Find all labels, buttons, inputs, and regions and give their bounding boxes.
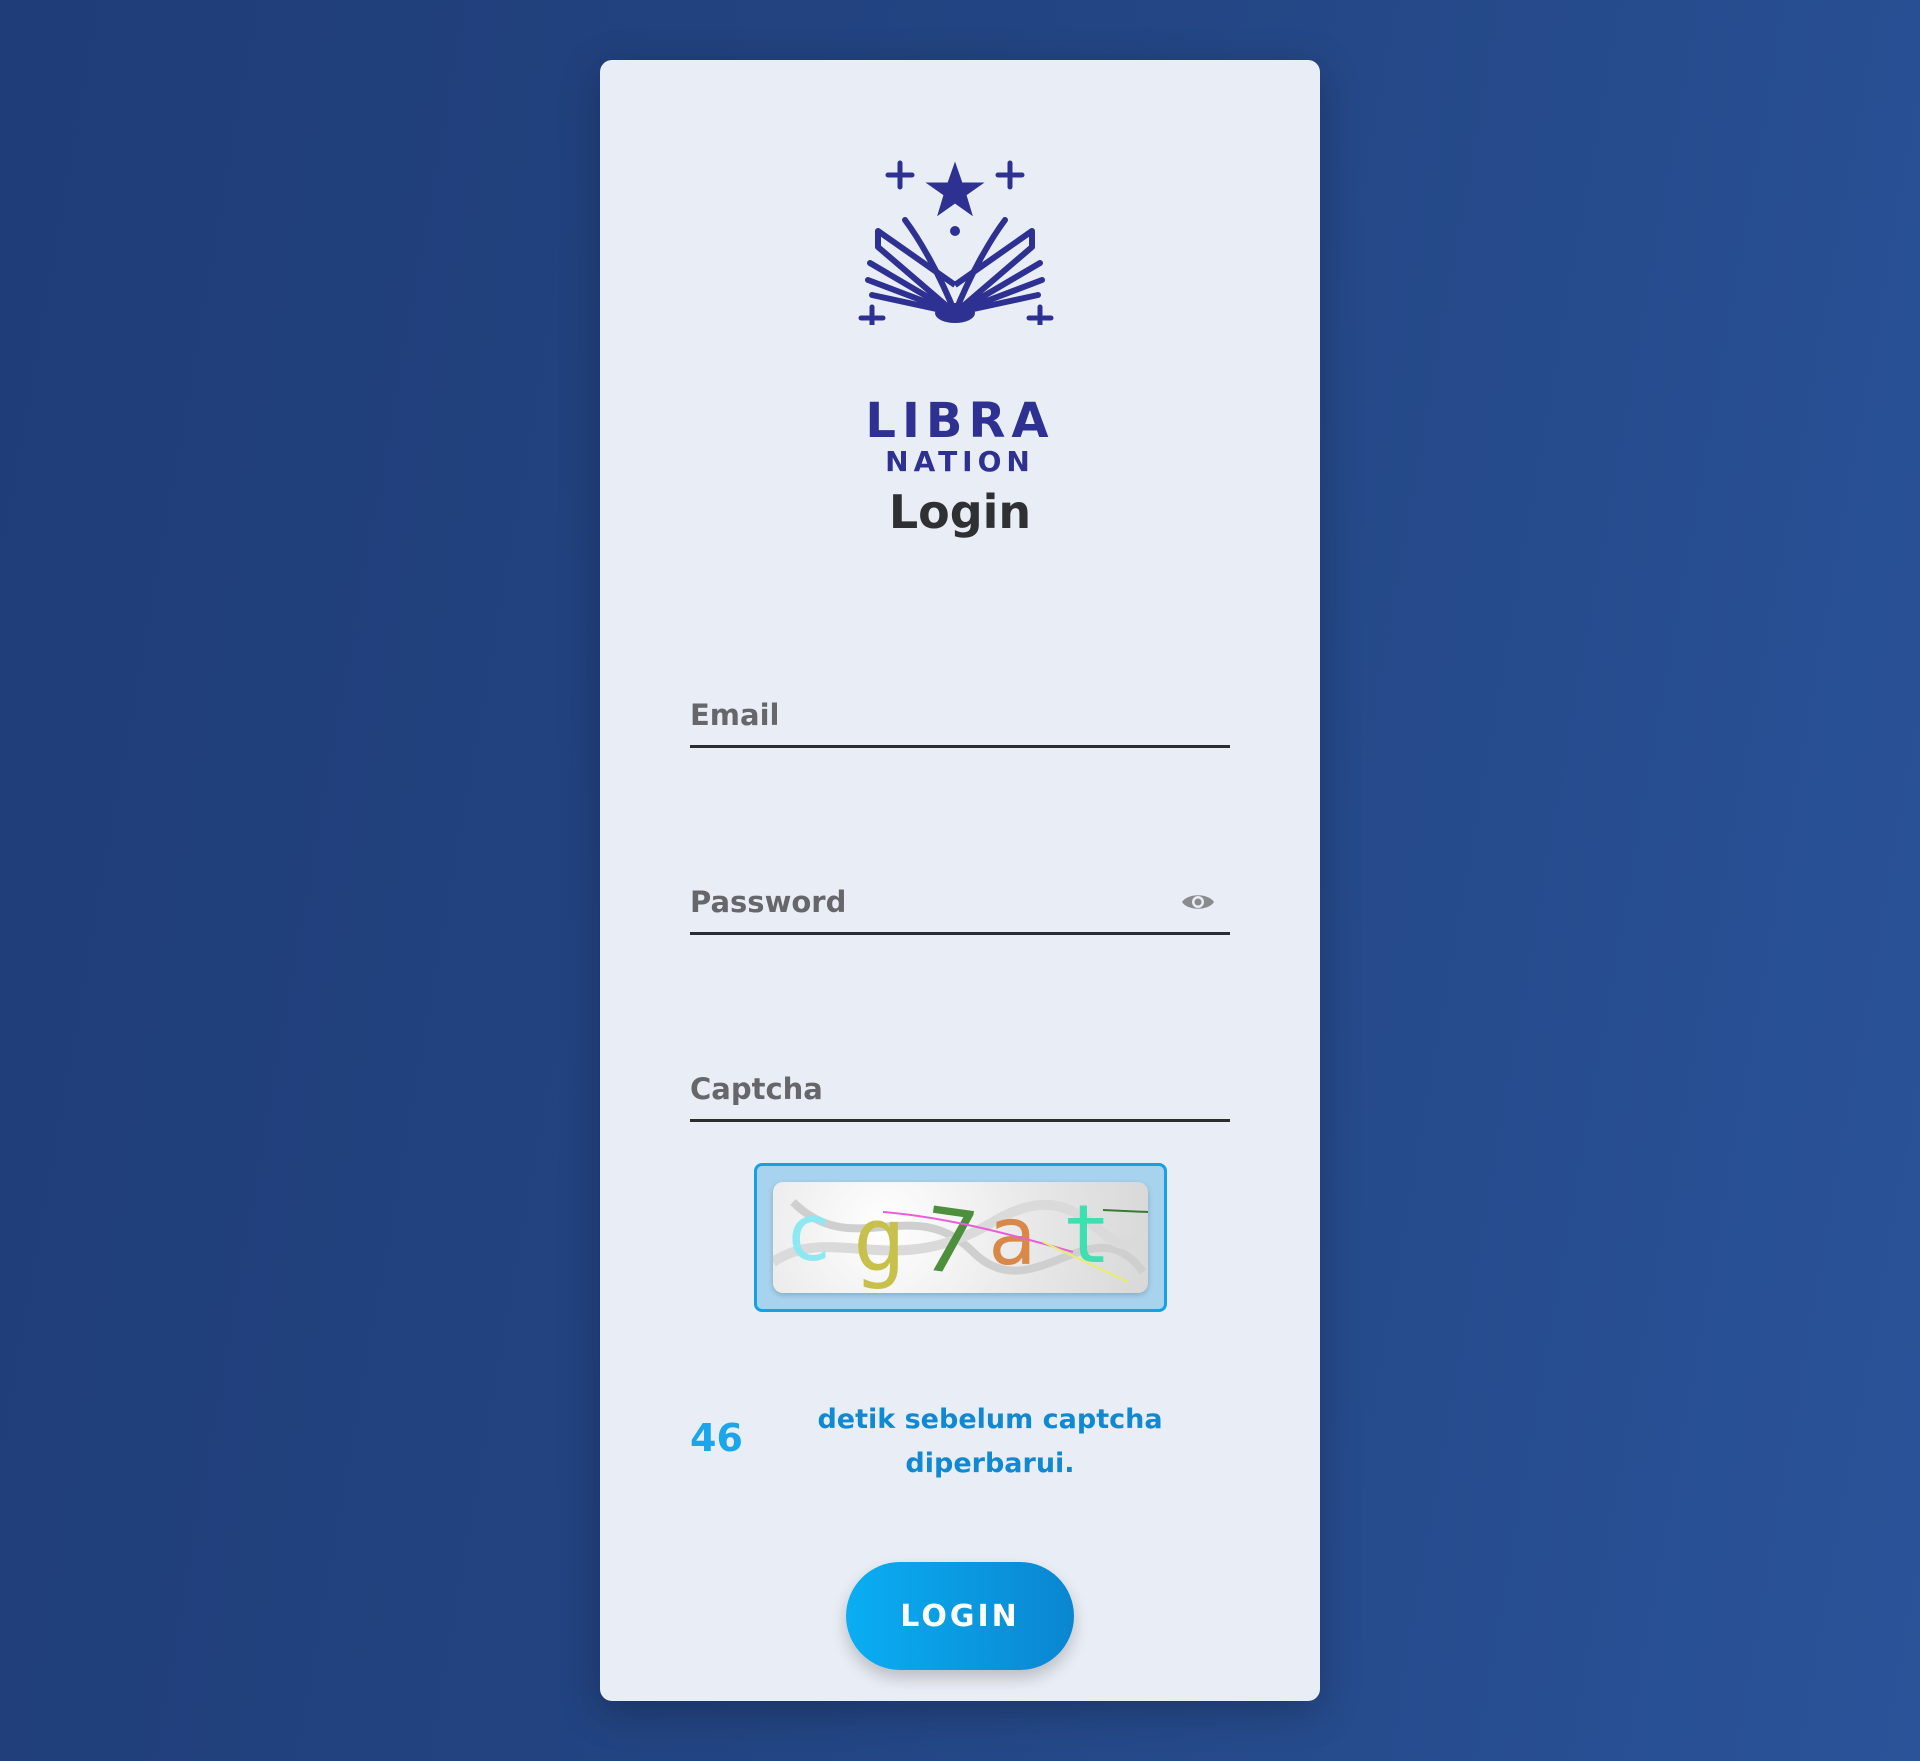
password-field-wrapper bbox=[690, 872, 1230, 935]
svg-text:c: c bbox=[785, 1189, 832, 1279]
brand-logo: LIBRA NATION bbox=[850, 145, 1070, 478]
brand-subname: NATION bbox=[885, 445, 1035, 478]
captcha-image: c g 7 a t bbox=[773, 1182, 1148, 1293]
password-input[interactable] bbox=[690, 872, 1230, 932]
page-title: Login bbox=[888, 485, 1032, 539]
captcha-input[interactable] bbox=[690, 1059, 1230, 1119]
brand-name: LIBRA bbox=[865, 393, 1055, 449]
svg-text:a: a bbox=[988, 1190, 1036, 1283]
captcha-frame: c g 7 a t bbox=[754, 1163, 1167, 1312]
countdown-message-line2: diperbarui. bbox=[905, 1448, 1075, 1479]
email-field-wrapper bbox=[690, 685, 1230, 748]
open-book-star-icon bbox=[858, 160, 1054, 325]
login-button[interactable]: LOGIN bbox=[846, 1562, 1074, 1670]
svg-text:t: t bbox=[1063, 1188, 1111, 1281]
captcha-field-wrapper bbox=[690, 1059, 1230, 1122]
login-card: LIBRA NATION Login c g 7 a t bbox=[600, 60, 1320, 1701]
countdown-seconds: 46 bbox=[690, 1416, 743, 1460]
email-input[interactable] bbox=[690, 685, 1230, 745]
countdown-message-line1: detik sebelum captcha bbox=[817, 1404, 1163, 1435]
countdown-message: detik sebelum captcha diperbarui. bbox=[790, 1398, 1190, 1486]
svg-text:7: 7 bbox=[916, 1187, 983, 1293]
svg-text:g: g bbox=[853, 1188, 906, 1291]
eye-icon[interactable] bbox=[1180, 890, 1216, 914]
